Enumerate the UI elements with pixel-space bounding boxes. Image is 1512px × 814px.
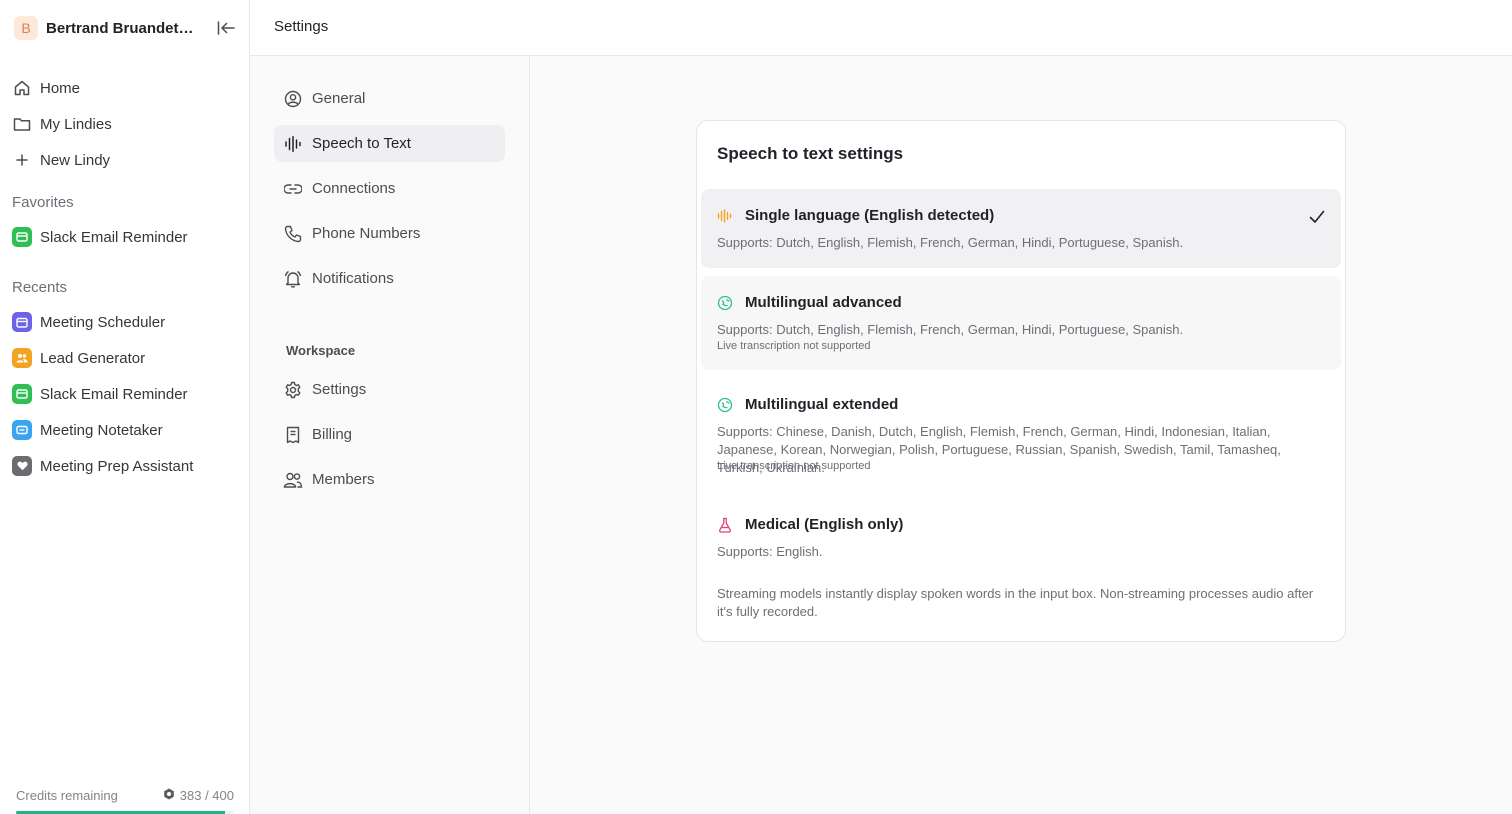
speech-to-text-settings-card: Speech to text settings Single language …	[696, 120, 1346, 642]
streaming-footnote: Streaming models instantly display spoke…	[717, 586, 1314, 619]
plus-icon	[12, 150, 32, 170]
sidebar-item-my-lindies[interactable]: My Lindies	[12, 109, 238, 139]
sidebar-item-new-lindy[interactable]: New Lindy	[12, 145, 238, 175]
globe-sparkle-icon	[717, 295, 733, 311]
waveform-icon	[283, 134, 303, 154]
settings-nav-label: Billing	[312, 426, 353, 443]
recent-item-label: Slack Email Reminder	[40, 385, 188, 403]
checkmark-icon	[1307, 207, 1327, 227]
credits-value: 383 / 400	[179, 787, 234, 803]
video-app-icon	[12, 420, 32, 440]
recent-item-lead-generator[interactable]: Lead Generator	[12, 343, 238, 373]
sidebar-item-label: Home	[40, 79, 81, 97]
collapse-sidebar-icon[interactable]	[216, 18, 236, 38]
top-bar: Settings	[250, 0, 1512, 56]
recent-item-slack-email-reminder[interactable]: Slack Email Reminder	[12, 379, 238, 409]
settings-nav-label: Connections	[312, 180, 396, 197]
credits-label: Credits remaining	[16, 787, 118, 803]
settings-nav: General Speech to Text Connections Phone…	[250, 56, 530, 814]
users-icon	[283, 470, 303, 490]
settings-nav-label: Speech to Text	[312, 135, 411, 152]
card-title: Speech to text settings	[717, 144, 904, 163]
left-sidebar: B Bertrand Bruandet's... Home My Lindies…	[0, 0, 250, 814]
favorite-item-label: Slack Email Reminder	[40, 228, 188, 246]
option-supported-languages: Supports: Dutch, English, Flemish, Frenc…	[717, 322, 1184, 337]
favorite-item-slack-email-reminder[interactable]: Slack Email Reminder	[12, 222, 238, 252]
settings-nav-workspace-settings[interactable]: Settings	[274, 371, 505, 408]
option-live-transcription-note: Live transcription not supported	[717, 460, 871, 472]
sidebar-item-label: New Lindy	[40, 151, 111, 169]
bell-icon	[283, 269, 303, 289]
credits-coin-icon	[163, 788, 175, 803]
home-icon	[12, 78, 32, 98]
recent-item-meeting-scheduler[interactable]: Meeting Scheduler	[12, 307, 238, 337]
option-supported-languages: Supports: English.	[717, 544, 823, 559]
receipt-icon	[283, 425, 303, 445]
settings-nav-members[interactable]: Members	[274, 461, 505, 498]
slack-email-reminder-app-icon	[12, 227, 32, 247]
people-app-icon	[12, 348, 32, 368]
settings-nav-phone-numbers[interactable]: Phone Numbers	[274, 215, 505, 252]
option-title: Medical (English only)	[745, 516, 904, 533]
settings-nav-speech-to-text[interactable]: Speech to Text	[274, 125, 505, 162]
workspace-switcher[interactable]: B Bertrand Bruandet's...	[12, 15, 238, 41]
recent-item-label: Meeting Prep Assistant	[40, 457, 194, 475]
workspace-section-heading: Workspace	[286, 343, 356, 358]
option-single-language[interactable]: Single language (English detected) Suppo…	[701, 189, 1341, 268]
calendar-app-icon	[12, 312, 32, 332]
workspace-avatar: B	[14, 16, 38, 40]
settings-nav-general[interactable]: General	[274, 80, 505, 117]
favorites-heading: Favorites	[12, 194, 74, 211]
user-circle-icon	[283, 89, 303, 109]
settings-nav-label: General	[312, 90, 366, 107]
option-title: Single language (English detected)	[745, 207, 995, 224]
settings-nav-notifications[interactable]: Notifications	[274, 260, 505, 297]
recents-heading: Recents	[12, 279, 68, 296]
option-title: Multilingual extended	[745, 396, 899, 413]
link-icon	[283, 179, 303, 199]
settings-nav-label: Notifications	[312, 270, 394, 287]
sidebar-item-home[interactable]: Home	[12, 73, 238, 103]
settings-nav-label: Phone Numbers	[312, 225, 421, 242]
workspace-name: Bertrand Bruandet's...	[46, 19, 196, 37]
option-multilingual-advanced[interactable]: Multilingual advanced Supports: Dutch, E…	[701, 276, 1341, 370]
option-supported-languages: Supports: Dutch, English, Flemish, Frenc…	[717, 235, 1184, 250]
sidebar-item-label: My Lindies	[40, 115, 112, 133]
folder-icon	[12, 114, 32, 134]
globe-sparkle-icon	[717, 397, 733, 413]
option-medical[interactable]: Medical (English only) Supports: English…	[701, 498, 1341, 568]
credits-remaining: Credits remaining 383 / 400	[16, 786, 234, 804]
option-multilingual-extended[interactable]: Multilingual extended Supports: Chinese,…	[701, 378, 1341, 478]
waveform-icon	[717, 208, 733, 224]
settings-nav-label: Settings	[312, 381, 367, 398]
heart-app-icon	[12, 456, 32, 476]
settings-nav-label: Members	[312, 471, 375, 488]
settings-nav-billing[interactable]: Billing	[274, 416, 505, 453]
settings-nav-connections[interactable]: Connections	[274, 170, 505, 207]
recent-item-label: Lead Generator	[40, 349, 146, 367]
recent-item-meeting-prep-assistant[interactable]: Meeting Prep Assistant	[12, 451, 238, 481]
recent-item-label: Meeting Scheduler	[40, 313, 166, 331]
page-title: Settings	[274, 18, 329, 35]
recent-item-label: Meeting Notetaker	[40, 421, 163, 439]
slack-email-reminder-app-icon	[12, 384, 32, 404]
recent-item-meeting-notetaker[interactable]: Meeting Notetaker	[12, 415, 238, 445]
phone-icon	[283, 224, 303, 244]
gear-icon	[283, 380, 303, 400]
option-title: Multilingual advanced	[745, 294, 902, 311]
flask-icon	[717, 517, 733, 533]
option-live-transcription-note: Live transcription not supported	[717, 340, 871, 352]
